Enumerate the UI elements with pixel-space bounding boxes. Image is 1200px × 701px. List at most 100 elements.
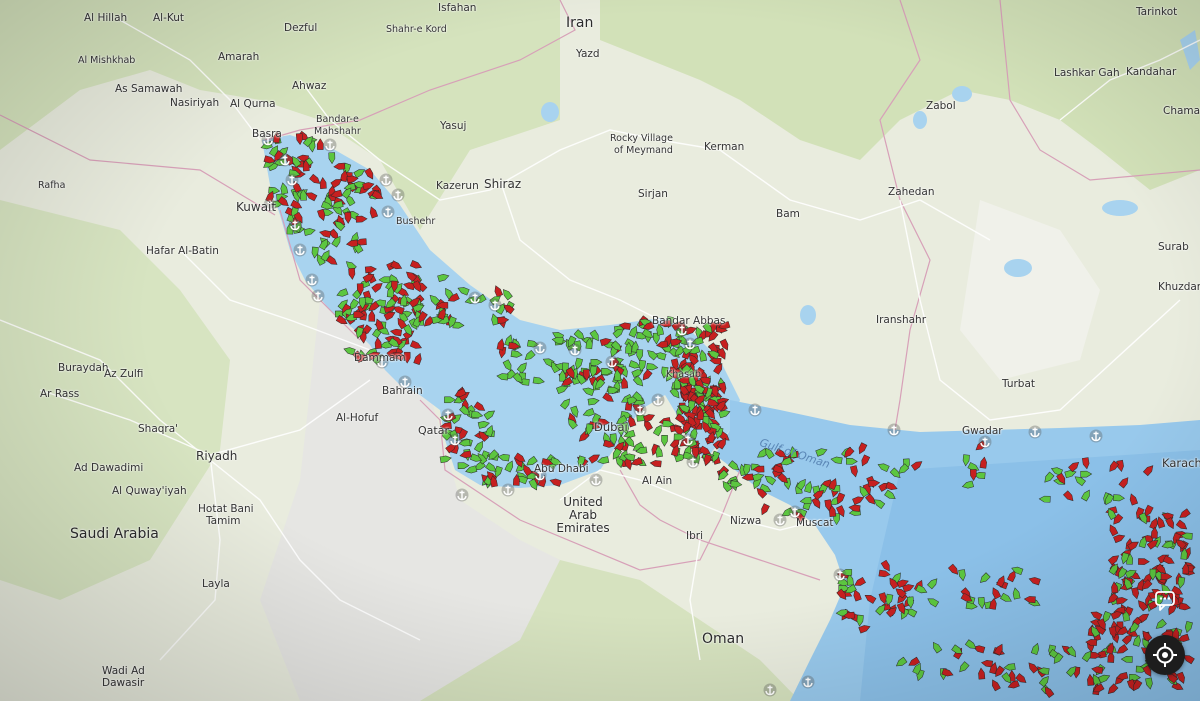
- anchor-icon[interactable]: [501, 483, 515, 497]
- anchor-icon[interactable]: [305, 273, 319, 287]
- vessel-marker-red[interactable]: [860, 454, 871, 468]
- vessel-marker-green[interactable]: [652, 423, 664, 437]
- anchor-icon[interactable]: [801, 675, 815, 689]
- vessel-marker-green[interactable]: [927, 577, 939, 590]
- vessel-marker-green[interactable]: [597, 456, 610, 465]
- vessel-marker-red[interactable]: [317, 138, 324, 150]
- vessel-marker-green[interactable]: [510, 350, 523, 358]
- vessel-marker-red[interactable]: [348, 267, 356, 280]
- vessel-marker-red[interactable]: [868, 479, 881, 487]
- vessel-marker-red[interactable]: [602, 392, 615, 404]
- vessel-marker-red[interactable]: [295, 133, 303, 146]
- vessel-marker-green[interactable]: [1113, 494, 1125, 502]
- vessel-marker-green[interactable]: [962, 454, 970, 467]
- vessel-marker-red[interactable]: [1090, 610, 1103, 621]
- vessel-marker-red[interactable]: [978, 667, 986, 680]
- vessel-marker-green[interactable]: [1098, 673, 1111, 684]
- vessel-marker-green[interactable]: [378, 276, 391, 284]
- vessel-marker-red[interactable]: [1128, 493, 1139, 506]
- vessel-marker-green[interactable]: [582, 386, 595, 396]
- vessel-marker-green[interactable]: [884, 489, 896, 501]
- vessel-marker-red[interactable]: [1162, 555, 1176, 566]
- vessel-marker-red[interactable]: [969, 469, 977, 481]
- vessel-marker-green[interactable]: [730, 480, 743, 488]
- vessel-marker-red[interactable]: [409, 260, 422, 270]
- anchor-icon[interactable]: [533, 341, 547, 355]
- vessel-marker-green[interactable]: [551, 336, 564, 345]
- vessel-marker-green[interactable]: [1038, 495, 1051, 503]
- anchor-icon[interactable]: [1028, 425, 1042, 439]
- vessel-marker-red[interactable]: [948, 563, 960, 576]
- vessel-marker-red[interactable]: [1116, 459, 1125, 472]
- vessel-marker-green[interactable]: [877, 462, 890, 473]
- vessel-marker-red[interactable]: [364, 266, 377, 274]
- anchor-icon[interactable]: [488, 298, 502, 312]
- vessel-marker-red[interactable]: [1150, 526, 1158, 539]
- vessel-marker-red[interactable]: [864, 593, 877, 604]
- vessel-marker-green[interactable]: [444, 396, 456, 404]
- vessel-marker-red[interactable]: [1108, 523, 1119, 537]
- vessel-marker-green[interactable]: [931, 641, 943, 654]
- vessel-marker-red[interactable]: [848, 504, 861, 512]
- anchor-icon[interactable]: [763, 683, 777, 697]
- vessel-marker-green[interactable]: [587, 397, 600, 406]
- vessel-marker-green[interactable]: [799, 497, 812, 505]
- vessel-marker-red[interactable]: [1118, 476, 1131, 489]
- anchor-icon[interactable]: [681, 433, 695, 447]
- vessel-marker-red[interactable]: [368, 206, 379, 219]
- vessel-marker-red[interactable]: [990, 678, 1001, 692]
- anchor-icon[interactable]: [381, 205, 395, 219]
- vessel-marker-red[interactable]: [355, 215, 368, 223]
- vessel-marker-red[interactable]: [1175, 519, 1188, 531]
- locate-me-button[interactable]: [1145, 635, 1185, 675]
- vessel-marker-green[interactable]: [328, 152, 336, 165]
- vessel-marker-green[interactable]: [1042, 471, 1055, 484]
- vessel-marker-green[interactable]: [280, 182, 289, 195]
- vessel-marker-red[interactable]: [493, 285, 504, 298]
- vessel-marker-green[interactable]: [830, 456, 843, 465]
- anchor-icon[interactable]: [323, 138, 337, 152]
- anchor-icon[interactable]: [311, 289, 325, 303]
- vessel-marker-green[interactable]: [1184, 620, 1193, 634]
- vessel-marker-green[interactable]: [523, 350, 536, 362]
- vessel-marker-red[interactable]: [1027, 661, 1039, 674]
- vessel-marker-red[interactable]: [413, 352, 423, 366]
- vessel-marker-green[interactable]: [504, 460, 515, 473]
- vessel-marker-red[interactable]: [390, 260, 404, 271]
- vessel-marker-green[interactable]: [1080, 470, 1093, 478]
- anchor-icon[interactable]: [651, 393, 665, 407]
- anchor-icon[interactable]: [887, 423, 901, 437]
- vessel-marker-green[interactable]: [661, 434, 668, 447]
- vessel-marker-red[interactable]: [1023, 596, 1036, 604]
- vessel-marker-red[interactable]: [850, 465, 858, 478]
- vessel-marker-green[interactable]: [496, 373, 509, 381]
- vessel-marker-green[interactable]: [483, 409, 496, 421]
- anchor-icon[interactable]: [605, 355, 619, 369]
- vessel-marker-red[interactable]: [1142, 464, 1155, 477]
- vessel-marker-green[interactable]: [400, 294, 408, 307]
- vessel-marker-green[interactable]: [353, 167, 367, 179]
- vessel-marker-green[interactable]: [646, 362, 659, 371]
- vessel-marker-green[interactable]: [501, 288, 513, 301]
- vessel-marker-red[interactable]: [374, 337, 382, 350]
- anchor-icon[interactable]: [589, 473, 603, 487]
- vessel-marker-red[interactable]: [853, 576, 866, 588]
- vessel-marker-green[interactable]: [915, 584, 929, 595]
- vessel-marker-green[interactable]: [1012, 587, 1021, 600]
- vessel-marker-red[interactable]: [319, 229, 332, 238]
- anchor-icon[interactable]: [978, 435, 992, 449]
- anchor-icon[interactable]: [293, 243, 307, 257]
- vessel-marker-green[interactable]: [646, 348, 659, 361]
- vessel-marker-red[interactable]: [371, 190, 385, 201]
- vessel-marker-green[interactable]: [958, 569, 966, 582]
- vessel-marker-red[interactable]: [979, 456, 987, 469]
- vessel-marker-red[interactable]: [371, 281, 384, 293]
- vessel-marker-green[interactable]: [728, 460, 740, 473]
- vessel-marker-red[interactable]: [1028, 576, 1041, 586]
- vessel-marker-green[interactable]: [473, 440, 485, 453]
- vessel-marker-green[interactable]: [497, 454, 510, 462]
- vessel-marker-red[interactable]: [390, 328, 403, 337]
- anchor-icon[interactable]: [391, 188, 405, 202]
- vessel-marker-red[interactable]: [333, 162, 346, 170]
- vessel-marker-green[interactable]: [961, 480, 975, 490]
